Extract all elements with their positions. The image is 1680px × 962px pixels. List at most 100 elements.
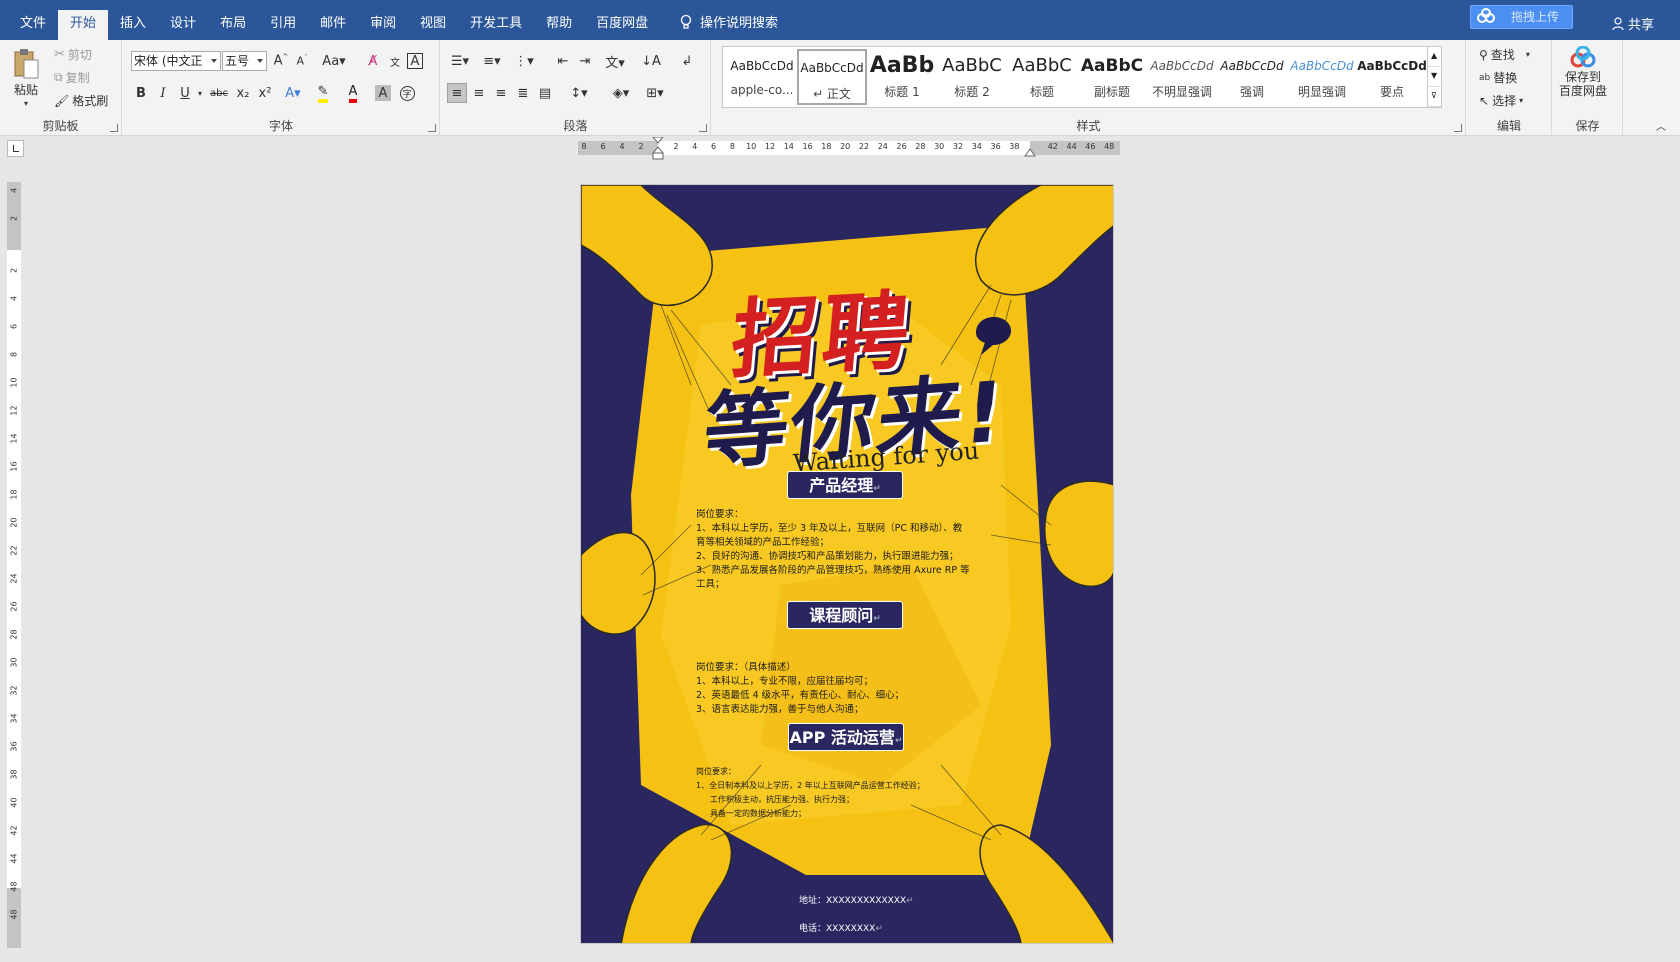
numbering-button[interactable]: ≡▾ (479, 51, 505, 71)
tab-6[interactable]: 邮件 (308, 10, 358, 40)
copy-button[interactable]: ⧉ 复制 (54, 69, 90, 86)
vertical-ruler[interactable]: 4 2 2 4 6 8 10 12 14 16 18 20 22 24 26 28 30 32 34 36 38 40 42… (7, 182, 21, 948)
document-page[interactable]: 招聘 等你来! Waiting for you 产品经理↵ 岗位要求： 1、本科… (580, 184, 1114, 944)
tab-3[interactable]: 设计 (158, 10, 208, 40)
indent-marker-icon[interactable] (652, 137, 664, 163)
tab-11[interactable]: 百度网盘 (584, 10, 660, 40)
bold-button[interactable]: B (131, 83, 151, 103)
cut-label: 剪切 (67, 48, 92, 62)
grow-font-button[interactable]: A^ (271, 51, 291, 71)
superscript-button[interactable]: x² (255, 83, 275, 103)
style-item-2[interactable]: AaBb 标题 1 (867, 49, 937, 105)
tab-1[interactable]: 开始 (58, 10, 109, 40)
styles-scroll-down[interactable]: ▼ (1428, 67, 1441, 87)
underline-dropdown[interactable]: ▾ (195, 83, 205, 103)
align-center-button[interactable]: ≡ (469, 83, 489, 103)
underline-button[interactable]: U (175, 83, 195, 103)
tab-2[interactable]: 插入 (108, 10, 158, 40)
clipboard-launcher-icon[interactable] (110, 124, 118, 132)
sort-button[interactable]: ↓A (641, 51, 661, 71)
tab-0[interactable]: 文件 (8, 10, 58, 40)
shrink-font-button[interactable]: Aˇ (292, 51, 312, 71)
horizontal-ruler[interactable]: 8 6 4 2 2 4 6 8 10 12 14 16 18 20 22 24 26 28 30 32 34 36 38 42… (578, 137, 1120, 160)
select-button[interactable]: ↖ 选择 ▾ (1479, 92, 1523, 109)
bullets-button[interactable]: ☰▾ (447, 51, 473, 71)
styles-scrollbar[interactable]: ▲ ▼ ⊽ (1427, 47, 1441, 107)
shading-button[interactable]: ◈▾ (607, 83, 635, 103)
tab-10[interactable]: 帮助 (534, 10, 584, 40)
ruler-tick: 6 (711, 142, 717, 151)
highlight-button[interactable]: ✎ (313, 83, 333, 103)
style-item-4[interactable]: AaBbC 标题 (1007, 49, 1077, 105)
ruler-tick: 4 (9, 187, 19, 194)
style-item-9[interactable]: AaBbCcDd 要点 (1357, 49, 1427, 105)
borders-button[interactable]: ⊞▾ (641, 83, 669, 103)
baidu-upload-button[interactable]: 拖拽上传 (1470, 5, 1573, 29)
find-button[interactable]: ⚲ 查找 ▾ (1479, 46, 1530, 63)
style-name: 标题 2 (954, 85, 990, 99)
line-spacing-button[interactable]: ↕▾ (565, 83, 593, 103)
format-painter-button[interactable]: 🖌 格式刷 (54, 92, 108, 109)
chinese-layout-button[interactable]: 文▾ (601, 51, 629, 71)
subscript-button[interactable]: x₂ (233, 83, 253, 103)
styles-more[interactable]: ⊽ (1428, 87, 1441, 107)
char-border-button[interactable]: A (407, 53, 423, 69)
strikethrough-button[interactable]: abc (207, 83, 231, 103)
paste-button[interactable]: 粘贴 ▾ (12, 48, 40, 108)
font-color-button[interactable]: A (343, 83, 363, 103)
tab-9[interactable]: 开发工具 (458, 10, 534, 40)
tab-7[interactable]: 审阅 (358, 10, 408, 40)
align-right-button[interactable]: ≡ (491, 83, 511, 103)
style-item-8[interactable]: AaBbCcDd 明显强调 (1287, 49, 1357, 105)
font-name-select[interactable]: 宋体 (中文正 (131, 51, 221, 71)
style-item-7[interactable]: AaBbCcDd 强调 (1217, 49, 1287, 105)
cut-button[interactable]: ✂ 剪切 (54, 46, 92, 63)
change-case-button[interactable]: Aa▾ (319, 51, 349, 71)
style-item-5[interactable]: AaBbC 副标题 (1077, 49, 1147, 105)
styles-gallery: AaBbCcDd 要点 AaBbCcDd 明显强调 AaBbCcDd 强调 AaBbCcDd… (722, 46, 1442, 108)
phonetic-guide-button[interactable]: 文 (385, 51, 405, 71)
multilevel-list-button[interactable]: ⋮▾ (511, 51, 537, 71)
font-launcher-icon[interactable] (428, 124, 436, 132)
share-button[interactable]: 共享 (1612, 14, 1654, 33)
clear-format-button[interactable]: A̸ (363, 51, 383, 71)
align-left-button[interactable]: ≡ (447, 83, 467, 103)
replace-button[interactable]: ab 替换 (1479, 69, 1517, 86)
tell-me-search[interactable]: 操作说明搜索 (680, 12, 778, 31)
increase-indent-button[interactable]: ⇥ (575, 51, 595, 71)
ruler-tick: 48 (9, 881, 19, 892)
styles-launcher-icon[interactable] (1454, 124, 1462, 132)
align-left-icon: ≡ (451, 85, 463, 101)
decrease-indent-button[interactable]: ⇤ (553, 51, 573, 71)
enclose-char-button[interactable]: 字 (397, 83, 417, 103)
ruler-tick: 40 (9, 797, 19, 808)
ruler-tick: 30 (934, 142, 945, 151)
style-item-0[interactable]: AaBbCcDd apple-co... (727, 49, 797, 105)
tab-selector[interactable] (7, 140, 24, 157)
job-badge-course-advisor: 课程顾问↵ (787, 601, 903, 629)
ruler-tick: 44 (1066, 142, 1077, 151)
tab-4[interactable]: 布局 (208, 10, 258, 40)
justify-icon: ≣ (517, 85, 529, 101)
italic-button[interactable]: I (153, 83, 173, 103)
style-item-6[interactable]: AaBbCcDd 不明显强调 (1147, 49, 1217, 105)
text-effects-button[interactable]: A▾ (283, 83, 303, 103)
justify-button[interactable]: ≣ (513, 83, 533, 103)
ruler-tick: 34 (971, 142, 982, 151)
share-label: 共享 (1628, 18, 1655, 33)
right-indent-marker-icon[interactable] (1024, 147, 1036, 157)
style-item-3[interactable]: AaBbC 标题 2 (937, 49, 1007, 105)
styles-scroll-up[interactable]: ▲ (1428, 47, 1441, 67)
distributed-button[interactable]: ▤ (535, 83, 555, 103)
collapse-ribbon-button[interactable]: ︿ (1656, 118, 1666, 133)
save-to-baidu-button[interactable]: 保存到 百度网盘 (1559, 46, 1607, 98)
tab-5[interactable]: 引用 (258, 10, 308, 40)
char-shading-button[interactable]: A (375, 85, 391, 101)
paragraph-launcher-icon[interactable] (699, 124, 707, 132)
font-size-select[interactable]: 五号 (222, 51, 267, 71)
tab-8[interactable]: 视图 (408, 10, 458, 40)
style-item-1[interactable]: AaBbCcDd ↵ 正文 (797, 49, 867, 105)
show-marks-button[interactable]: ↲ (677, 51, 697, 71)
font-size-value: 五号 (225, 54, 250, 68)
chevron-down-icon (257, 59, 263, 63)
